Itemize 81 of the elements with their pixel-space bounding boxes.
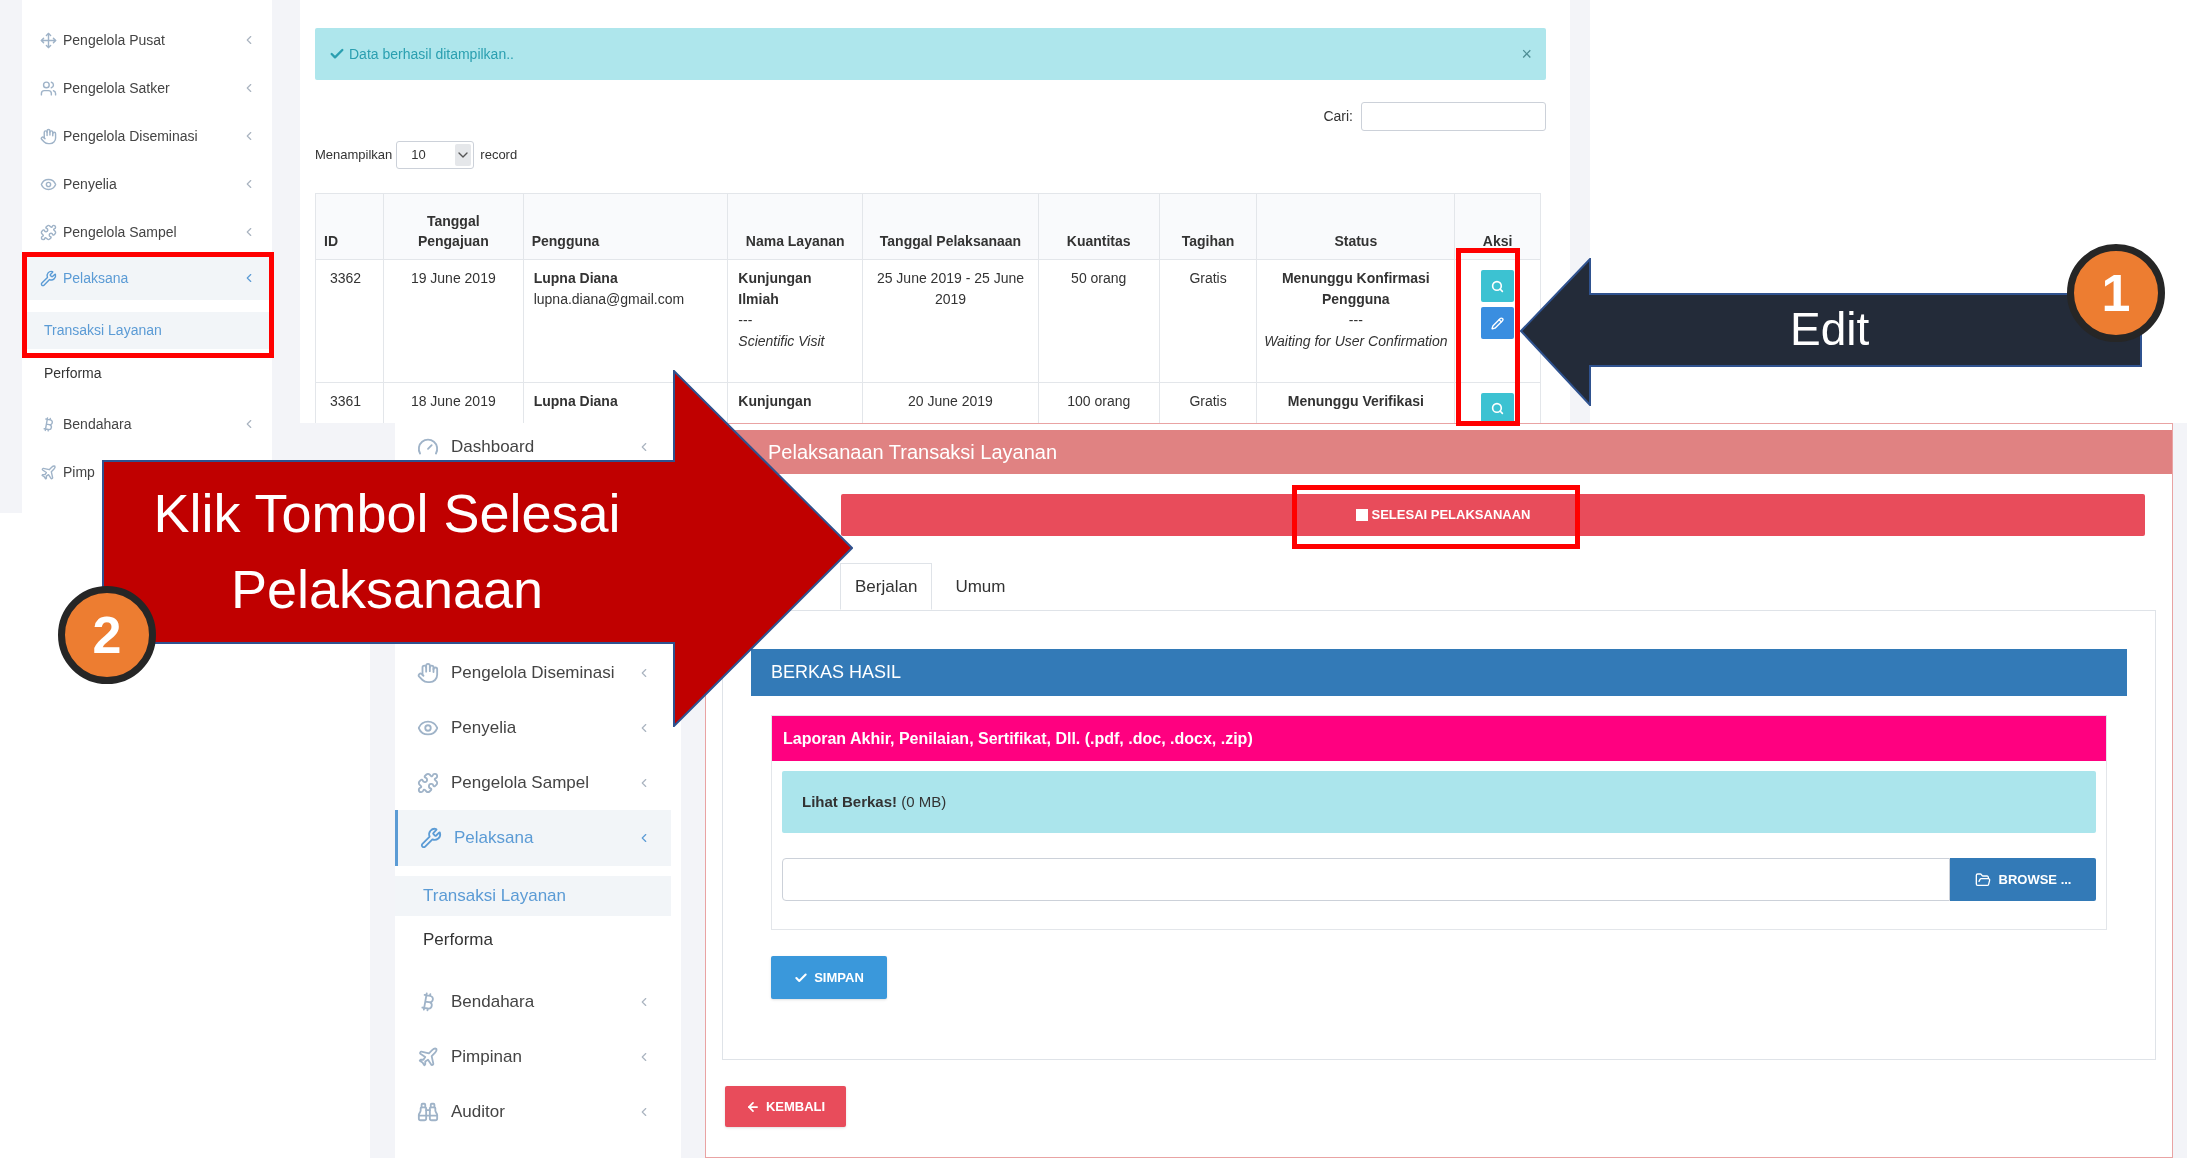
column-header: Tanggal Pelaksanaan <box>863 194 1039 259</box>
sidebar-item[interactable]: Auditor <box>395 1084 671 1139</box>
sidebar-item[interactable]: Penyelia <box>395 700 671 755</box>
column-header: ID <box>316 194 384 259</box>
finish-button[interactable]: SELESAI PELAKSANAAN <box>841 494 2145 536</box>
binoculars-icon <box>417 1100 439 1123</box>
sidebar-item[interactable]: Pengelola Diseminasi <box>22 112 272 160</box>
sidebar-item[interactable]: Pengelola Sampel <box>22 208 272 256</box>
alert-message: Data berhasil ditampilkan.. <box>349 44 514 64</box>
table-cell: 50 orang <box>1038 260 1160 382</box>
column-header: Status <box>1257 194 1456 259</box>
move-icon <box>40 31 57 49</box>
check-icon <box>794 970 809 985</box>
search-icon <box>1491 279 1505 293</box>
sidebar-item[interactable]: Penyelia <box>22 160 272 208</box>
status-text: Menunggu Konfirmasi Pengguna <box>1280 269 1431 309</box>
sidebar-item[interactable]: Pengelola Satker <box>22 64 272 112</box>
sidebar-item[interactable]: Pimpinan <box>395 1029 671 1084</box>
pencil-icon <box>1491 316 1505 330</box>
sidebar-item[interactable]: Pimp <box>22 448 95 496</box>
tab[interactable]: Berjalan <box>840 563 933 610</box>
page-size-select[interactable]: 10 <box>396 140 475 169</box>
sidebar-subitem[interactable]: Performa <box>395 916 671 964</box>
chevron-down-icon <box>455 143 472 166</box>
folder-icon <box>1974 871 1991 888</box>
users-icon <box>40 79 57 97</box>
column-header: Tanggal Pengajuan <box>383 194 524 259</box>
back-button[interactable]: KEMBALI <box>725 1086 846 1127</box>
plane-icon <box>417 1045 439 1068</box>
puzzle-icon <box>40 223 57 241</box>
sidebar-item[interactable]: Bendahara <box>395 974 671 1029</box>
user-name: Lupna Diana <box>533 392 619 411</box>
tab[interactable]: Umum <box>932 563 1029 610</box>
search-icon <box>1491 402 1505 415</box>
service-name: Kunjungan Ilmiah <box>738 269 813 309</box>
sidebar-item[interactable]: Dashboard <box>395 423 671 459</box>
browse-button[interactable]: BROWSE ... <box>1950 858 2096 901</box>
table-cell: 3362 <box>316 260 384 382</box>
arrow-left-icon <box>745 1099 760 1114</box>
hand-icon <box>417 661 439 684</box>
column-header: Nama Layanan <box>728 194 864 259</box>
step-number-badge: 1 <box>2067 244 2165 342</box>
square-icon <box>1355 509 1368 521</box>
sidebar-subitem[interactable]: Performa <box>22 357 272 389</box>
hand-icon <box>40 127 57 145</box>
column-header: Tagihan <box>1159 194 1258 259</box>
step-number-badge: 2 <box>58 586 156 684</box>
service-name: Kunjungan <box>738 392 812 411</box>
card-header: Laporan Akhir, Penilaian, Sertifikat, Dll. (.pdf, .doc, .docx, .zip) <box>772 716 2106 761</box>
plane-icon <box>40 463 57 481</box>
length-label: Menampilkan <box>315 145 393 164</box>
search-field[interactable] <box>1361 102 1546 131</box>
column-header: Kuantitas <box>1038 194 1160 259</box>
wrench-icon <box>420 827 442 849</box>
column-header: Aksi <box>1481 232 1514 251</box>
sidebar-item[interactable]: Pengelola Diseminasi <box>395 645 671 700</box>
divider-text: --- <box>1348 311 1363 330</box>
service-english: Scientific Visit <box>738 332 825 351</box>
callout-text: Edit <box>1790 302 1870 356</box>
table-cell: 25 June 2019 - 25 June 2019 <box>863 260 1039 382</box>
wrench-icon <box>40 269 57 287</box>
sidebar-item[interactable]: Pengelola Pusat <box>22 16 272 64</box>
user-email: lupna.diana@gmail.com <box>533 290 686 309</box>
table-cell: Gratis <box>1159 260 1258 382</box>
status-text: Menunggu Verifikasi <box>1287 392 1424 411</box>
puzzle-icon <box>417 771 439 794</box>
sidebar-item[interactable]: Bendahara <box>22 400 272 448</box>
divider-text: --- <box>738 311 753 330</box>
view-button[interactable] <box>1481 393 1515 423</box>
user-name: Lupna Diana <box>533 269 619 288</box>
search-label: Cari: <box>1323 107 1353 126</box>
table-cell: 19 June 2019 <box>383 260 524 382</box>
length-suffix: record <box>480 145 518 164</box>
view-button[interactable] <box>1481 270 1515 302</box>
status-english: Waiting for User Confirmation <box>1264 332 1448 351</box>
column-header: Pengguna <box>523 194 729 259</box>
file-input-field[interactable] <box>782 858 1950 901</box>
file-info: Lihat Berkas! (0 MB) <box>802 791 947 812</box>
section-header: BERKAS HASIL <box>751 649 2127 696</box>
edit-button[interactable] <box>1481 307 1515 339</box>
sidebar-item[interactable]: Pengelola Sampel <box>395 755 671 810</box>
